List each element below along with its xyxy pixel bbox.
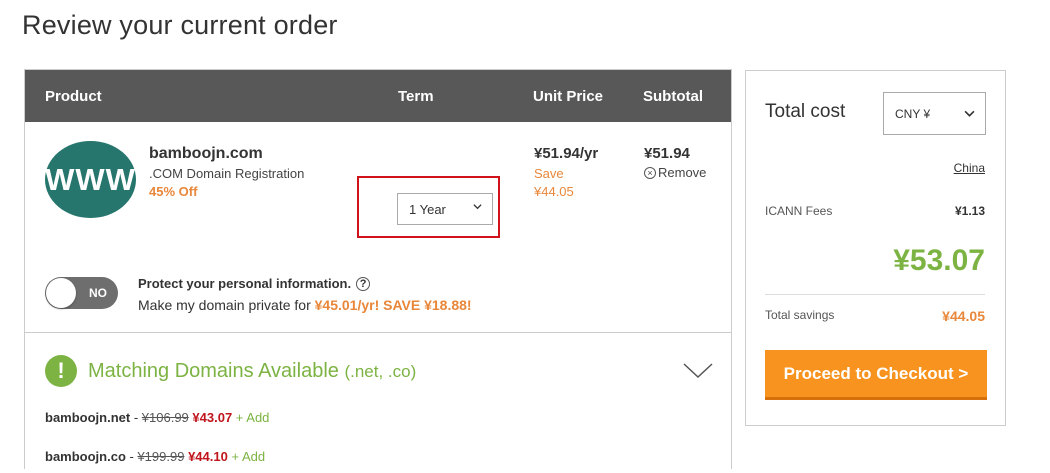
alt-new-price: ¥44.10: [188, 449, 228, 464]
header-subtotal: Subtotal: [643, 88, 703, 105]
list-item: bamboojn.net - ¥106.99 ¥43.07 + Add: [45, 410, 269, 425]
cart-header: Product Term Unit Price Subtotal: [25, 70, 731, 122]
remove-label: Remove: [658, 165, 707, 180]
add-domain-button[interactable]: + Add: [236, 410, 270, 425]
page-title: Review your current order: [22, 10, 338, 40]
domain-name: bamboojn.com: [149, 145, 263, 162]
icann-fees-label: ICANN Fees: [765, 204, 833, 218]
alt-old-price: ¥106.99: [141, 410, 189, 425]
header-unit-price: Unit Price: [533, 88, 604, 105]
toggle-knob: [46, 278, 76, 308]
privacy-offer-prefix: Make my domain private for: [138, 297, 315, 313]
matching-domains-section: ! Matching Domains Available (.net, .co)…: [25, 333, 731, 473]
unit-price: ¥51.94/yr: [534, 145, 599, 162]
total-savings-label: Total savings: [765, 308, 835, 322]
list-item: bamboojn.co - ¥199.99 ¥44.10 + Add: [45, 449, 265, 464]
country-link[interactable]: China: [954, 161, 985, 175]
separator: -: [125, 449, 138, 464]
alt-old-price: ¥199.99: [137, 449, 185, 464]
privacy-title-text: Protect your personal information.: [138, 276, 352, 291]
save-amount: ¥44.05: [534, 184, 574, 199]
privacy-offer-text: Make my domain private for ¥45.01/yr! SA…: [138, 297, 472, 313]
divider: [765, 294, 985, 295]
header-term: Term: [398, 88, 434, 105]
remove-button[interactable]: × Remove: [644, 165, 706, 180]
matching-domains-title: Matching Domains Available (.net, .co): [88, 360, 416, 383]
privacy-offer-price: ¥45.01/yr! SAVE ¥18.88!: [314, 297, 472, 313]
privacy-toggle[interactable]: NO: [45, 277, 118, 309]
chevron-down-icon: [473, 204, 482, 210]
icann-fees-value: ¥1.13: [954, 204, 985, 218]
remove-circle-icon: ×: [644, 166, 656, 179]
chevron-down-icon[interactable]: [683, 363, 713, 379]
subtotal-value: ¥51.94: [644, 145, 690, 162]
alt-domain-name: bamboojn.co: [45, 449, 126, 464]
currency-value: CNY ¥: [895, 106, 931, 121]
order-summary: Total cost CNY ¥ China ICANN Fees ¥1.13 …: [745, 70, 1006, 426]
total-cost-label: Total cost: [765, 101, 846, 122]
alt-new-price: ¥43.07: [192, 410, 233, 425]
www-logo-icon: WWW: [45, 141, 136, 218]
matching-tlds: (.net, .co): [344, 362, 417, 381]
add-domain-button[interactable]: + Add: [231, 449, 265, 464]
term-select-value: 1 Year: [409, 201, 446, 217]
discount-badge: 45% Off: [149, 184, 198, 199]
proceed-to-checkout-button[interactable]: Proceed to Checkout >: [765, 350, 987, 397]
help-icon[interactable]: ?: [356, 276, 371, 291]
exclamation-icon: !: [45, 355, 77, 387]
privacy-title: Protect your personal information. ?: [138, 276, 371, 291]
chevron-down-icon: [964, 110, 975, 117]
header-product: Product: [45, 88, 102, 105]
alt-domain-name: bamboojn.net: [45, 410, 131, 425]
cart-table: Product Term Unit Price Subtotal WWW bam…: [24, 69, 732, 469]
total-savings-value: ¥44.05: [942, 308, 985, 324]
grand-total: ¥53.07: [893, 244, 985, 277]
currency-select[interactable]: CNY ¥: [883, 92, 986, 135]
toggle-state-label: NO: [89, 286, 107, 300]
term-select[interactable]: 1 Year: [397, 193, 493, 225]
separator: -: [130, 410, 142, 425]
domain-description: .COM Domain Registration: [149, 166, 305, 181]
save-label: Save: [534, 166, 564, 181]
matching-title-text: Matching Domains Available: [88, 360, 339, 382]
cart-item-row: WWW bamboojn.com .COM Domain Registratio…: [25, 122, 731, 333]
